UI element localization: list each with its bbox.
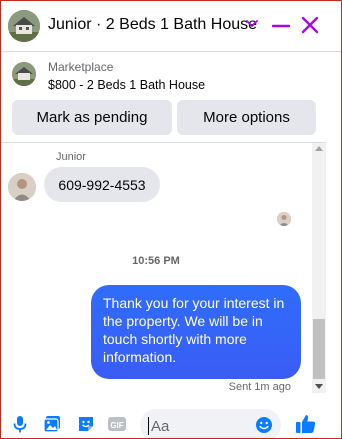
svg-text:GIF: GIF: [110, 421, 123, 430]
listing-avatar[interactable]: [8, 10, 40, 42]
text-caret: [148, 417, 149, 435]
seen-indicator-avatar: [277, 212, 291, 226]
sticker-icon[interactable]: [76, 414, 96, 434]
sent-status: Sent 1m ago: [228, 381, 291, 393]
marketplace-item-thumbnail[interactable]: [12, 62, 36, 86]
mark-as-pending-button[interactable]: Mark as pending: [12, 100, 172, 135]
photo-icon[interactable]: [42, 414, 62, 434]
close-icon[interactable]: [298, 13, 322, 37]
scroll-down-arrow-icon[interactable]: [315, 384, 323, 389]
conversation-title[interactable]: Junior · 2 Beds 1 Bath House: [48, 16, 257, 34]
listing-summary[interactable]: $800 - 2 Beds 1 Bath House: [48, 78, 205, 92]
microphone-icon[interactable]: [10, 414, 30, 434]
header-divider: [1, 51, 341, 52]
gif-icon[interactable]: GIF: [107, 414, 127, 434]
chevron-down-icon[interactable]: [244, 15, 260, 31]
sender-avatar[interactable]: [8, 173, 36, 201]
marketplace-label: Marketplace: [48, 60, 114, 74]
message-timestamp: 10:56 PM: [132, 255, 180, 267]
scrollbar-thumb[interactable]: [313, 319, 325, 379]
outgoing-message[interactable]: Thank you for your interest in the prope…: [91, 285, 301, 379]
minimize-icon[interactable]: [270, 15, 292, 37]
marketplace-divider: [1, 142, 326, 143]
thumbs-up-icon[interactable]: [294, 412, 318, 436]
chat-window: Junior · 2 Beds 1 Bath House Marketplace…: [0, 0, 342, 439]
incoming-message[interactable]: 609-992-4553: [44, 167, 160, 202]
emoji-icon[interactable]: [255, 416, 273, 434]
scroll-up-arrow-icon[interactable]: [315, 146, 323, 151]
more-options-button[interactable]: More options: [177, 100, 316, 135]
message-input-placeholder: Aa: [151, 418, 170, 435]
sender-name: Junior: [56, 151, 86, 163]
